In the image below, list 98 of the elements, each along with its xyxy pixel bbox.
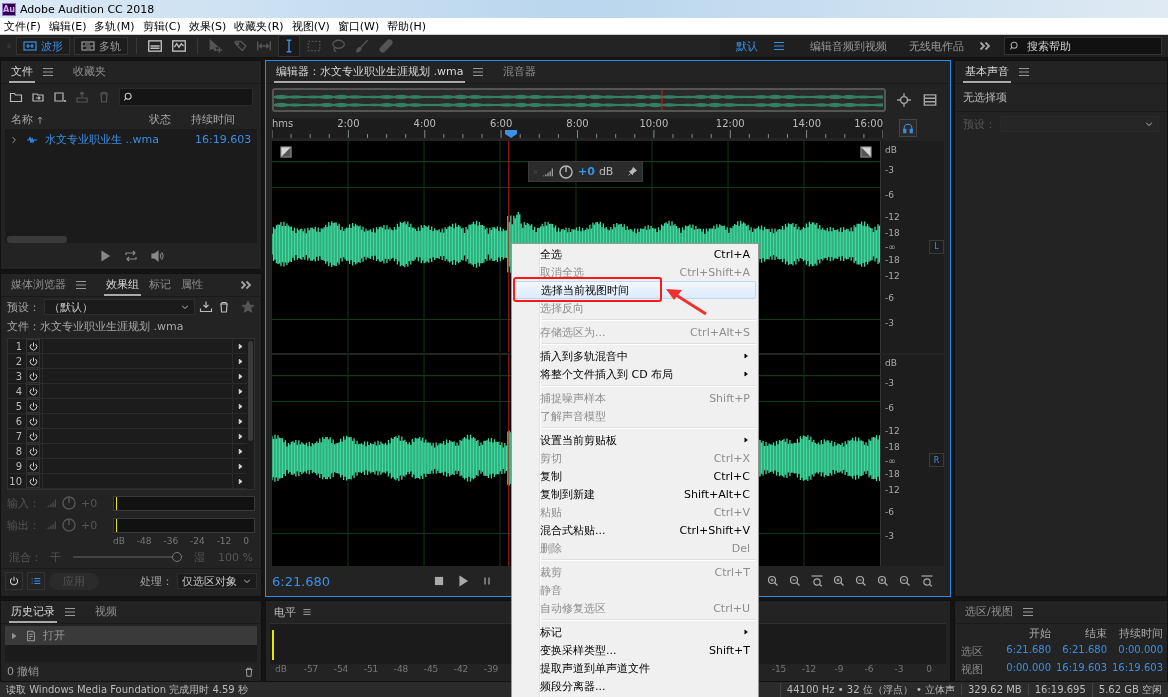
meter-scale-label: -24 xyxy=(190,536,205,546)
meter-scale-label: 0 xyxy=(243,536,249,546)
ruler-label: 8:00 xyxy=(566,118,589,130)
db-scale-label: dB xyxy=(885,144,898,155)
panel-title: 选区/视图 xyxy=(964,603,1014,620)
db-scale-label: -12 xyxy=(885,212,901,223)
slot-number: 7 xyxy=(14,430,23,442)
slot-number: 6 xyxy=(14,415,23,427)
meter-scale-label: -15 xyxy=(770,664,788,676)
meter-scale-label: 0 xyxy=(925,664,933,676)
shortcut-text: Shift+P xyxy=(709,391,750,405)
volume-value: +0 xyxy=(578,165,595,178)
meter-scale-label: -9 xyxy=(833,664,845,676)
db-scale-label: -18 xyxy=(885,441,901,452)
column-header: 开始 xyxy=(1028,626,1051,641)
db-scale-label: -12 xyxy=(885,425,901,436)
ruler-label: 16:00 xyxy=(854,118,883,130)
meter-scale-label: dB xyxy=(274,664,288,676)
slot-number: 4 xyxy=(14,385,23,397)
app-logo: Au xyxy=(2,2,16,16)
status-cell: 5.62 GB 空闲 xyxy=(1091,682,1168,697)
slot-number: 9 xyxy=(14,460,23,472)
shortcut-text: Ctrl+Alt+S xyxy=(690,325,750,339)
ruler-label: 12:00 xyxy=(715,118,745,130)
status-text: 无选择项 xyxy=(955,84,1167,112)
undo-count: 0 撤销 xyxy=(7,664,40,679)
shortcut-text: Ctrl+X xyxy=(713,451,750,465)
db-scale-label: -6 xyxy=(885,506,895,517)
shortcut-text: Shift+Alt+C xyxy=(684,487,750,501)
row-label: 视图 xyxy=(960,662,984,677)
ruler-label: hms xyxy=(272,118,294,130)
shortcut-text: Ctrl+Shift+A xyxy=(679,265,750,279)
file-label: 文件：水文专业职业生涯规划 .wma xyxy=(6,319,185,335)
status-cell: 44100 Hz • 32 位（浮点） • 立体声 xyxy=(779,682,961,697)
shortcut-text: Shift+T xyxy=(709,643,750,657)
db-scale-label: dB xyxy=(885,358,898,368)
slot-number: 1 xyxy=(14,340,23,352)
db-scale-label: -3 xyxy=(885,531,895,542)
meter-scale-label: -12 xyxy=(216,536,232,546)
db-scale-label: -6 xyxy=(885,293,895,304)
meter-scale-label: -48 xyxy=(392,664,410,676)
preset-label: 预设： xyxy=(7,299,40,315)
db-scale-label: -3 xyxy=(885,317,895,328)
panel-title: 基本声音 xyxy=(963,61,1011,83)
slot-number: 10 xyxy=(8,475,23,487)
meter-scale-label: dB xyxy=(113,536,125,546)
meter-scale-label: -12 xyxy=(800,664,818,676)
db-scale-label: -12 xyxy=(885,271,901,282)
status-cell: 16:19.695 xyxy=(1027,684,1092,695)
meter-scale-label: -39 xyxy=(482,664,500,676)
slot-number: 3 xyxy=(14,370,23,382)
column-header: 结束 xyxy=(1084,626,1107,641)
ruler-label: 10:00 xyxy=(639,118,669,130)
meter-scale-label: -36 xyxy=(163,536,179,546)
shortcut-text: Del xyxy=(731,541,750,555)
slot-number: 2 xyxy=(14,355,23,367)
meter-scale-label: -48 xyxy=(136,536,152,546)
history-label: 打开 xyxy=(43,628,65,643)
meter-scale-label: -51 xyxy=(362,664,380,676)
panel-title: 电平 xyxy=(274,604,296,620)
file-name: 水文专业职业生 ..wma xyxy=(45,132,160,147)
db-scale-label: -3 xyxy=(885,378,895,389)
slot-number: 5 xyxy=(14,400,23,412)
db-scale-label: -6 xyxy=(885,189,895,200)
db-scale-label: -3 xyxy=(885,164,895,175)
meter-scale-label: -54 xyxy=(332,664,350,676)
volume-unit: dB xyxy=(598,165,614,178)
db-scale-label: -∞ xyxy=(885,455,897,466)
ruler-label: 2:00 xyxy=(337,118,360,130)
db-scale-label: -18 xyxy=(885,228,901,239)
file-duration: 16:19.603 xyxy=(195,133,253,146)
db-scale-label: -∞ xyxy=(885,242,897,252)
column-header: 持续时间 xyxy=(1118,626,1163,641)
status-cell: 329.62 MB xyxy=(961,684,1028,695)
shortcut-text: Ctrl+V xyxy=(713,505,750,519)
row-label: 选区 xyxy=(960,644,984,659)
meter-scale-label: -42 xyxy=(452,664,470,676)
ruler-label: 6:00 xyxy=(489,118,513,130)
current-time: 6:21.680 xyxy=(272,573,332,589)
shortcut-text: Ctrl+U xyxy=(713,601,750,615)
meter-scale-label: -57 xyxy=(302,664,320,676)
shortcut-text: Ctrl+T xyxy=(714,565,750,579)
db-scale-label: -6 xyxy=(885,403,895,414)
window-title: Adobe Audition CC 2018 xyxy=(20,2,155,16)
shortcut-text: Ctrl+Shift+V xyxy=(679,523,750,537)
ruler-label: 4:00 xyxy=(413,118,436,130)
process-label: 处理： xyxy=(140,573,173,589)
ruler-label: 14:00 xyxy=(792,118,822,130)
meter-scale-label: -6 xyxy=(863,664,875,676)
status-message: 读取 Windows Media Foundation 完成用时 4.59 秒 xyxy=(5,682,248,697)
db-scale-label: -18 xyxy=(885,255,901,266)
slot-number: 8 xyxy=(14,445,23,457)
meter-scale-label: -3 xyxy=(893,664,905,676)
shortcut-text: Ctrl+A xyxy=(713,247,750,261)
shortcut-text: Ctrl+C xyxy=(713,469,750,483)
db-scale-label: -18 xyxy=(885,468,901,479)
meter-scale-label: -45 xyxy=(422,664,440,676)
db-scale-label: -12 xyxy=(885,484,901,495)
